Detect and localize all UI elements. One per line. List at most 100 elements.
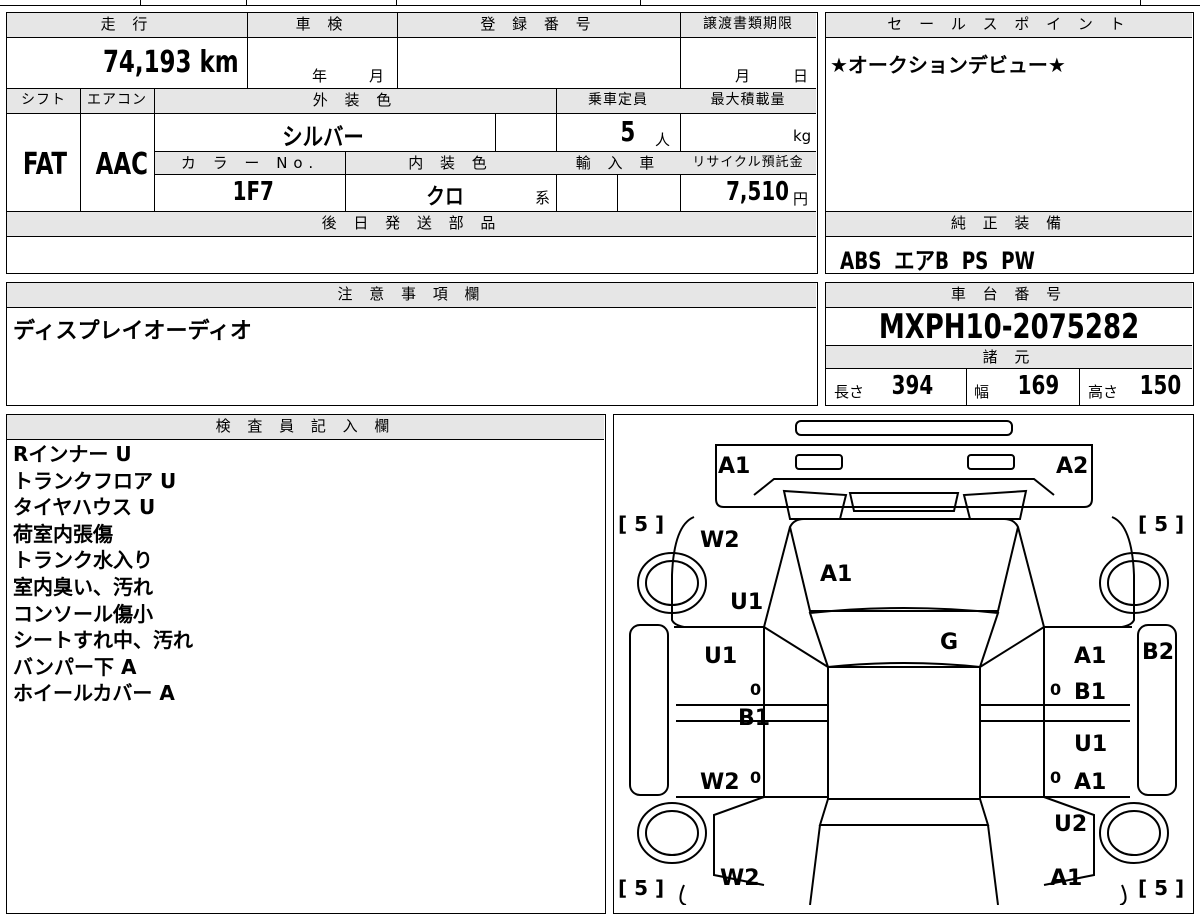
notice-label: 注 意 事 項 欄	[7, 283, 816, 307]
chassis-box: 車 台 番 号 MXPH10-2075282 諸 元 長さ 394 幅 169 …	[825, 282, 1194, 406]
interior-color-value: クロ	[426, 185, 464, 210]
exterior-color-label: 外 装 色	[154, 89, 556, 113]
top-cutoff-strip	[0, 0, 1200, 6]
zero-mark: 0	[1050, 680, 1061, 699]
label-rear-right-fender-2: A1	[1050, 866, 1082, 891]
capacity-unit: 人	[655, 131, 671, 149]
wheel-rl-inner	[645, 810, 699, 856]
label-rear-right-fender-1: U2	[1054, 812, 1087, 837]
inspection-label: 車 検	[247, 13, 397, 37]
roof	[827, 666, 981, 800]
recycle-fee-unit: 円	[793, 190, 809, 208]
label-windshield: G	[940, 630, 958, 655]
car-diagram: A1 A2 A1 W2 U1 U1 B1 W2 W2 G A1 B1 B2 U1…	[618, 420, 1184, 905]
zero-mark: 0	[750, 768, 761, 787]
interior-color-suffix: 系	[535, 189, 551, 207]
label-right-pillar: B2	[1142, 640, 1174, 665]
equipment-text: ABS エアB PS PW	[840, 247, 1035, 275]
tire-rr-tread: [ 5 ]	[1138, 876, 1184, 900]
note-line: ホイールカバー A	[13, 681, 175, 706]
note-line: タイヤハウス U	[13, 495, 156, 520]
note-line: トランクフロア U	[13, 468, 177, 493]
mileage-value: 74,193 km	[103, 45, 239, 80]
chassis-number: MXPH10-2075282	[878, 307, 1140, 347]
color-no-value: 1F7	[232, 177, 274, 207]
ac-value: AAC	[95, 147, 148, 182]
rear-window	[818, 798, 990, 826]
length-value: 394	[891, 371, 934, 401]
equipment-label: 純 正 装 備	[826, 212, 1192, 236]
transfer-day-unit: 日	[793, 67, 809, 85]
recycle-label: リサイクル預託金	[680, 152, 816, 174]
mileage-label: 走 行	[7, 13, 247, 37]
label-rear-left-fender: W2	[720, 866, 760, 891]
capacity-label: 乗車定員	[556, 89, 680, 113]
sales-point-label: セ ー ル ス ポ イ ン ト	[826, 13, 1192, 37]
note-line: シートすれ中、汚れ	[13, 628, 193, 653]
label-front-bumper-left: A1	[718, 454, 750, 479]
inspection-year-unit: 年	[312, 67, 328, 85]
length-label: 長さ	[834, 383, 865, 401]
shift-label: シフト	[7, 89, 80, 113]
note-line: 室内臭い、汚れ	[13, 574, 153, 599]
note-line: コンソール傷小	[13, 601, 153, 626]
max-load-unit: kg	[793, 127, 812, 145]
inspector-notes: Rインナー U トランクフロア U タイヤハウス U 荷室内張傷 トランク水入り…	[13, 441, 193, 707]
left-side-panel	[629, 624, 669, 796]
tire-rl-tread: [ 5 ]	[618, 876, 664, 900]
note-line: トランク水入り	[13, 548, 153, 573]
shift-value: FAT	[22, 147, 68, 182]
color-no-label: カ ラ ー No.	[155, 152, 345, 174]
note-line: 荷室内張傷	[13, 521, 113, 546]
interior-color-label: 内 装 色	[345, 152, 556, 174]
width-label: 幅	[974, 383, 990, 401]
label-rear-right-door-2: A1	[1074, 770, 1106, 795]
label-front-right-door-1: A1	[1074, 644, 1106, 669]
height-value: 150	[1139, 371, 1182, 401]
label-hood: A1	[820, 562, 852, 587]
front-grille-bar	[795, 420, 1013, 436]
front-bumper	[715, 444, 1093, 508]
note-line: バンパー下 A	[13, 654, 137, 679]
recycle-fee-value: 7,510	[726, 177, 789, 207]
import-label: 輸 入 車	[556, 152, 680, 174]
specs-label: 諸 元	[826, 346, 1192, 368]
transfer-deadline-label: 譲渡書類期限	[680, 13, 816, 37]
windshield	[808, 607, 1000, 669]
transfer-month-unit: 月	[735, 67, 751, 85]
inspection-month-unit: 月	[369, 67, 385, 85]
car-diagram-box: A1 A2 A1 W2 U1 U1 B1 W2 W2 G A1 B1 B2 U1…	[613, 414, 1194, 914]
chassis-label: 車 台 番 号	[826, 283, 1192, 307]
notice-box: 注 意 事 項 欄 ディスプレイオーディオ	[6, 282, 818, 406]
registration-label: 登 録 番 号	[397, 13, 680, 37]
exterior-color-value: シルバー	[282, 123, 364, 151]
headlight-right	[967, 454, 1015, 470]
note-line: Rインナー U	[13, 442, 132, 466]
width-value: 169	[1017, 371, 1060, 401]
wheel-rr-inner	[1107, 810, 1161, 856]
inspector-box: 検 査 員 記 入 欄 Rインナー U トランクフロア U タイヤハウス U 荷…	[6, 414, 606, 914]
sales-point-text: ★オークションデビュー★	[830, 53, 1066, 77]
notice-text: ディスプレイオーディオ	[13, 319, 252, 344]
label-rear-right-door-1: U1	[1074, 732, 1107, 757]
sales-point-box: セ ー ル ス ポ イ ン ト ★オークションデビュー★ 純 正 装 備 ABS…	[825, 12, 1194, 275]
label-left-sill: B1	[738, 706, 770, 731]
label-front-right-door-2: B1	[1074, 680, 1106, 705]
vehicle-info-table: 走 行 車 検 登 録 番 号 譲渡書類期限 74,193 km 年 月 月 日…	[6, 12, 818, 274]
zero-mark: 0	[750, 680, 761, 699]
max-load-label: 最大積載量	[680, 89, 816, 113]
headlight-left	[795, 454, 843, 470]
zero-mark: 0	[1050, 768, 1061, 787]
tire-fr-tread: [ 5 ]	[1138, 512, 1184, 536]
tire-fl-tread: [ 5 ]	[618, 512, 664, 536]
later-parts-label: 後 日 発 送 部 品	[7, 212, 816, 236]
label-front-bumper-right: A2	[1056, 454, 1088, 479]
label-front-left-door: U1	[704, 644, 737, 669]
label-rear-left-door: W2	[700, 770, 740, 795]
capacity-value: 5	[620, 115, 636, 148]
ac-label: エアコン	[80, 89, 154, 113]
height-label: 高さ	[1088, 383, 1119, 401]
inspector-label: 検 査 員 記 入 欄	[7, 415, 604, 439]
label-front-left-fender-2: U1	[730, 590, 763, 615]
label-front-left-fender-1: W2	[700, 528, 740, 553]
